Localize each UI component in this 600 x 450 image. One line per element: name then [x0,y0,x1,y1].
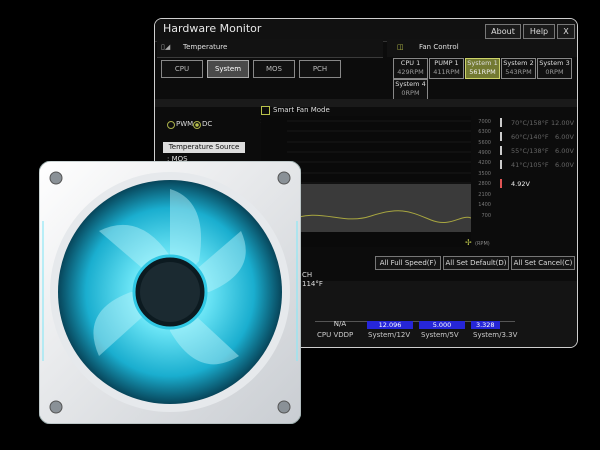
about-button[interactable]: About [485,24,521,39]
section-divider [155,99,577,107]
pch-partial-value: 114°F [302,280,323,288]
target-temp: 60°C/140°F [511,133,549,141]
fan-cpu1[interactable]: CPU 1 429RPM [393,58,428,79]
fan-rpm: 411RPM [433,68,460,76]
temperature-header: ▯◢ Temperature [157,39,383,58]
tab-system[interactable]: System [207,60,249,78]
fan-icon: ✢ [465,238,472,247]
close-button[interactable]: X [557,24,575,39]
smart-fan-label: Smart Fan Mode [273,106,330,114]
rpm-tick: 2100 [478,192,491,198]
fan-rpm: 561RPM [469,68,496,76]
target-marker [500,132,502,141]
target-volt: 6.00V [555,133,574,141]
tab-mos[interactable]: MOS [253,60,295,78]
help-button[interactable]: Help [523,24,555,39]
fan-name: System 2 [503,59,534,67]
target-marker [500,160,502,169]
system-3v3-bar: 3.328 [471,321,500,329]
fan-name: System 3 [539,59,570,67]
fan-control-title: Fan Control [419,43,459,51]
pch-partial-label: CH [302,271,313,279]
fan-control-header: ◫ Fan Control [387,39,577,57]
system-5v-bar: 5.000 [419,321,465,329]
rpm-tick: 4900 [478,150,491,156]
fan-system2[interactable]: System 2 543RPM [501,58,536,79]
system-12v-label: System/12V [368,331,411,339]
smart-fan-checkbox[interactable] [261,106,270,115]
rpm-unit-label: (RPM) [475,241,490,247]
tab-pch[interactable]: PCH [299,60,341,78]
cpu-vddp-value: N/A [333,320,347,328]
fan-rpm: 0RPM [545,68,564,76]
system-12v-bar: 12.096 [367,321,413,329]
pwm-label: PWM [176,120,194,128]
rpm-tick: 1400 [478,202,491,208]
target-temp: 55°C/138°F [511,147,549,155]
fan-system3[interactable]: System 3 0RPM [537,58,572,79]
fan-rpm: 429RPM [397,68,424,76]
fan-system4[interactable]: System 4 0RPM [393,79,428,100]
target-marker [500,118,502,127]
rpm-tick: 3500 [478,171,491,177]
rpm-tick: 6300 [478,129,491,135]
target-marker [500,146,502,155]
fan-pump1[interactable]: PUMP 1 411RPM [429,58,464,79]
cpu-vddp-label: CPU VDDP [317,331,354,339]
system-5v-label: System/5V [421,331,459,339]
current-voltage-marker [500,179,502,188]
dc-label: DC [202,120,213,128]
fan-name: PUMP 1 [434,59,459,67]
dc-radio[interactable] [193,121,201,129]
tab-cpu[interactable]: CPU [161,60,203,78]
fan-name: CPU 1 [400,59,421,67]
rpm-tick: 2800 [478,181,491,187]
target-volt: 6.00V [555,147,574,155]
fan-name: System 1 [467,59,498,67]
all-full-speed-button[interactable]: All Full Speed(F) [375,256,441,270]
all-set-cancel-button[interactable]: All Set Cancel(C) [511,256,575,270]
fan-rpm: 0RPM [401,89,420,97]
thermometer-icon: ▯◢ [161,43,171,51]
temperature-title: Temperature [183,43,228,51]
window-title: Hardware Monitor [163,22,262,35]
all-set-default-button[interactable]: All Set Default(D) [443,256,509,270]
fan-system1[interactable]: System 1 561RPM [465,58,500,79]
fan-name: System 4 [395,80,426,88]
target-volt: 6.00V [555,161,574,169]
current-voltage: 4.92V [511,180,530,188]
pwm-radio[interactable] [167,121,175,129]
fan-product-image [39,161,301,424]
target-volt: 12.00V [551,119,575,127]
rpm-tick: 7000 [478,119,491,125]
fan-control-icon: ◫ [397,43,404,51]
temperature-source-button[interactable]: Temperature Source [163,142,245,153]
target-temp: 41°C/105°F [511,161,549,169]
system-3v3-label: System/3.3V [473,331,518,339]
fan-rpm: 543RPM [505,68,532,76]
target-temp: 70°C/158°F [511,119,549,127]
rpm-tick: 700 [481,213,491,219]
rpm-tick: 5600 [478,140,491,146]
rpm-tick: 4200 [478,160,491,166]
